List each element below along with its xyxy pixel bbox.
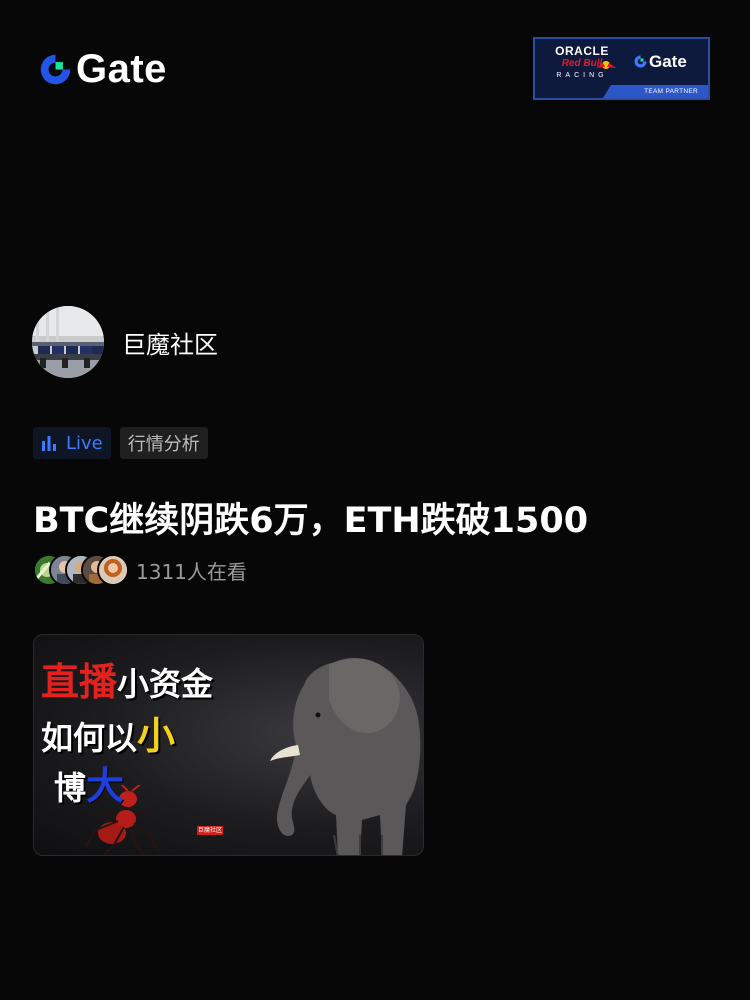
viewer-row: 1311人在看 — [33, 554, 247, 586]
viewer-avatars — [33, 554, 129, 586]
community-name[interactable]: 巨魔社区 — [122, 325, 218, 360]
gate-wordmark: Gate — [76, 47, 167, 91]
bar-chart-icon — [42, 436, 56, 451]
thumb-yellow-text: 小 — [137, 714, 176, 758]
thumb-blue-text: 大 — [86, 764, 125, 808]
gate-logo-icon — [634, 55, 647, 68]
community-header[interactable]: 巨魔社区 — [32, 306, 218, 378]
viewer-count: 1311人在看 — [136, 559, 247, 584]
thumb-white-text: 博 — [54, 769, 87, 807]
thumb-white-text: 如何以 — [41, 719, 138, 757]
live-tag: Live — [33, 427, 111, 459]
screen: Gate ORACLE Red Bull RACING Gate TEAM PA… — [0, 0, 750, 1000]
stream-title[interactable]: BTC继续阴跌6万，ETH跌破1500 — [33, 492, 588, 543]
category-label: 行情分析 — [127, 434, 200, 455]
bull-icon — [596, 61, 616, 69]
team-partner-badge: ORACLE Red Bull RACING Gate TEAM PARTNER — [533, 37, 710, 100]
thumb-red-text: 直播 — [41, 659, 118, 704]
team-partner-caption: TEAM PARTNER — [644, 88, 698, 95]
stream-tags: Live 行情分析 — [33, 427, 208, 459]
trading-room-photo — [32, 306, 104, 378]
partner-gate-logo: Gate — [633, 53, 687, 70]
thumb-line-2: 如何以小 — [41, 705, 175, 760]
community-avatar[interactable] — [32, 306, 104, 378]
stream-thumbnail[interactable]: 直播小资金 如何以小 博大 巨魔社区 — [33, 634, 424, 856]
oracle-text: ORACLE — [555, 44, 609, 58]
racing-text: RACING — [556, 72, 608, 79]
category-tag[interactable]: 行情分析 — [119, 427, 208, 459]
thumb-stamp: 巨魔社区 — [197, 826, 223, 835]
gate-logo-icon — [40, 54, 71, 84]
thumb-white-text: 小资金 — [117, 665, 214, 703]
viewer-avatar — [97, 554, 129, 586]
thumb-line-3: 博大 — [54, 755, 124, 810]
gate-logo[interactable]: Gate — [37, 49, 167, 89]
thumb-line-1: 直播小资金 — [41, 651, 213, 706]
elephant-image — [270, 658, 421, 855]
live-label: Live — [66, 432, 103, 454]
partner-gate-wordmark: Gate — [649, 52, 687, 71]
